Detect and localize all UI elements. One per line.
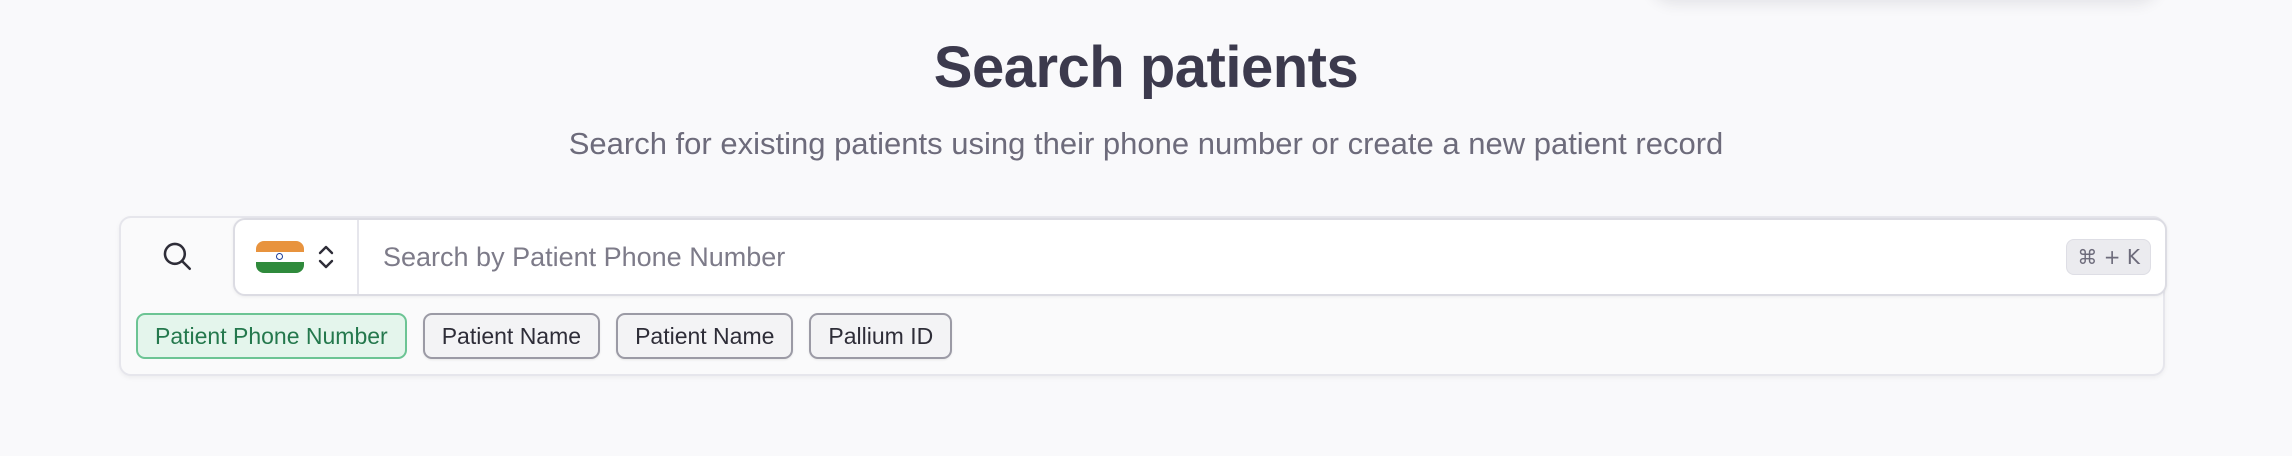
search-icon: [121, 218, 233, 294]
filter-chip-pallium-id[interactable]: Pallium ID: [809, 313, 953, 359]
search-filter-chips: Patient Phone Number Patient Name Patien…: [136, 313, 953, 359]
patient-search-panel: ⌘ + K Patient Phone Number Patient Name …: [119, 216, 2167, 376]
india-flag-icon: [256, 241, 304, 273]
phone-search-field: ⌘ + K: [233, 218, 2167, 296]
page-subtitle: Search for existing patients using their…: [568, 126, 1724, 161]
filter-chip-patient-phone-number[interactable]: Patient Phone Number: [136, 313, 407, 359]
filter-chip-patient-name-secondary[interactable]: Patient Name: [616, 313, 794, 359]
filter-chip-patient-name[interactable]: Patient Name: [422, 313, 601, 359]
keyboard-shortcut: ⌘ + K: [2066, 220, 2165, 294]
search-patients-page: Search patients Search for existing pati…: [0, 0, 2292, 456]
page-title: Search patients: [933, 35, 1359, 100]
shortcut-badge: ⌘ + K: [2066, 239, 2151, 275]
phone-search-input[interactable]: [359, 220, 2067, 294]
chevron-up-down-icon: [318, 245, 334, 269]
country-code-select[interactable]: [235, 220, 359, 294]
